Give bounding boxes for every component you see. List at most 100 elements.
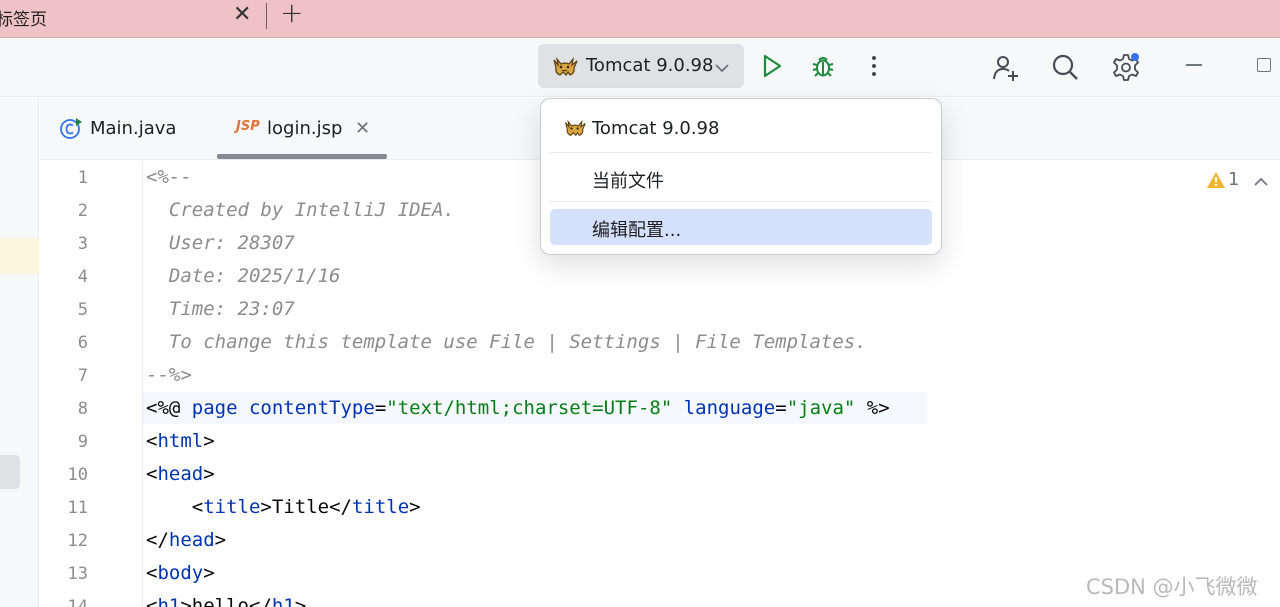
code-token: <: [146, 463, 158, 485]
dropdown-separator: [550, 201, 932, 202]
code-token: title: [351, 496, 410, 518]
code-token: >: [294, 595, 307, 607]
browser-tab-title[interactable]: 标签页: [0, 5, 47, 30]
code-line-2: Created by IntelliJ IDEA.: [146, 199, 455, 221]
tab-close-icon[interactable]: ✕: [355, 118, 370, 139]
line-number: 7: [77, 366, 88, 386]
settings-icon[interactable]: [1110, 53, 1142, 87]
code-line-7: --%>: [146, 364, 192, 386]
line-number: 6: [77, 333, 88, 353]
code-token: >: [409, 496, 421, 518]
code-token: </: [249, 595, 272, 607]
chevron-up-icon[interactable]: [1253, 173, 1269, 192]
code-line-8: <%@ page contentType="text/html;charset=…: [146, 397, 890, 419]
dropdown-separator: [550, 152, 932, 153]
code-token: >: [203, 430, 215, 452]
tomcat-icon: [551, 56, 579, 82]
browser-tab-close-icon[interactable]: ✕: [233, 2, 251, 28]
code-line-14: <h1>hello</h1>: [146, 595, 306, 607]
code-token: <%@: [146, 397, 192, 419]
code-line-13: <body>: [146, 562, 215, 584]
code-token: =: [374, 397, 387, 419]
code-line-6: To change this template use File | Setti…: [146, 331, 867, 353]
code-token: </: [329, 496, 352, 518]
warning-count[interactable]: 1: [1228, 169, 1239, 190]
run-config-label: Tomcat 9.0.98: [586, 55, 714, 76]
browser-tab-strip: 标签页 ✕ +: [0, 0, 1280, 38]
code-token: head: [168, 529, 215, 551]
run-config-dropdown: Tomcat 9.0.98 当前文件 编辑配置...: [540, 98, 942, 255]
code-token: h1: [271, 595, 295, 607]
code-line-10: <head>: [146, 463, 215, 485]
search-icon[interactable]: [1051, 53, 1079, 85]
dropdown-item-current-file[interactable]: 当前文件: [550, 160, 932, 196]
code-token: title: [203, 496, 261, 518]
code-token: <: [146, 562, 158, 584]
main-toolbar: Tomcat 9.0.98: [0, 39, 1280, 97]
code-line-3: User: 28307: [146, 232, 295, 254]
debug-icon[interactable]: [810, 53, 836, 83]
tab-login-jsp[interactable]: JSP login.jsp ✕: [217, 98, 387, 159]
dropdown-item-label: Tomcat 9.0.98: [592, 118, 720, 139]
code-token: <: [146, 430, 158, 452]
maximize-icon[interactable]: [1257, 58, 1271, 72]
line-gutter: 1 2 3 4 5 6 7 8 9 10 11 12 13 14: [40, 161, 143, 607]
chevron-down-icon: [714, 59, 730, 78]
code-token: >: [180, 595, 192, 607]
code-token: %>: [866, 397, 890, 419]
dropdown-item-label: 当前文件: [592, 171, 664, 192]
watermark: CSDN @小飞微微: [1086, 575, 1258, 599]
code-token: page: [191, 397, 238, 419]
tab-label: Main.java: [90, 118, 177, 139]
active-tab-indicator: [217, 154, 387, 159]
java-class-icon: [59, 117, 83, 145]
warning-icon[interactable]: [1206, 171, 1226, 193]
gutter-divider: [142, 161, 143, 607]
code-token: h1: [157, 595, 181, 607]
dropdown-item-edit-config[interactable]: 编辑配置...: [550, 209, 932, 245]
code-token: head: [157, 463, 204, 485]
code-token: >: [203, 463, 215, 485]
dropdown-item-label: 编辑配置...: [592, 220, 682, 241]
line-number: 4: [77, 267, 88, 287]
code-token: >: [214, 529, 227, 551]
code-token: html: [157, 430, 204, 452]
code-token: <: [146, 595, 158, 607]
code-token: Title: [271, 496, 330, 518]
code-token: <: [191, 496, 204, 518]
run-icon[interactable]: [760, 53, 784, 83]
tab-separator: [266, 3, 267, 29]
line-number: 3: [77, 234, 88, 254]
code-line-5: Time: 23:07: [146, 298, 295, 320]
code-line-11: <title>Title</title>: [146, 496, 421, 518]
code-token: </: [146, 529, 169, 551]
jsp-file-icon: JSP: [236, 119, 260, 134]
tab-main-java[interactable]: Main.java: [40, 98, 215, 159]
code-line-4: Date: 2025/1/16: [146, 265, 341, 287]
code-line-1: <%--: [146, 166, 192, 188]
code-token: >: [203, 562, 215, 584]
dropdown-item-tomcat[interactable]: Tomcat 9.0.98: [550, 111, 932, 147]
line-number: 2: [77, 201, 88, 221]
add-user-icon[interactable]: [991, 53, 1021, 87]
line-number: 10: [67, 465, 88, 485]
line-number: 13: [67, 564, 88, 584]
line-number: 12: [67, 531, 88, 551]
tab-label: login.jsp: [267, 118, 343, 139]
code-token: body: [157, 562, 204, 584]
minimize-icon[interactable]: [1186, 64, 1202, 66]
run-config-selector[interactable]: Tomcat 9.0.98: [538, 44, 744, 88]
code-token: "text/html;charset=UTF-8": [386, 397, 673, 419]
new-tab-button[interactable]: +: [280, 0, 303, 27]
code-token: >: [260, 496, 272, 518]
more-vertical-icon[interactable]: [864, 53, 884, 83]
left-strip-highlight: [0, 238, 39, 274]
left-tool-strip: [0, 98, 39, 607]
tomcat-icon: [563, 119, 587, 142]
left-strip-tool-button[interactable]: [0, 455, 20, 489]
code-token: contentType: [248, 397, 375, 419]
code-line-12: </head>: [146, 529, 226, 551]
line-number: 9: [77, 432, 88, 452]
code-token: hello: [191, 595, 249, 607]
code-token: "java": [786, 397, 856, 419]
